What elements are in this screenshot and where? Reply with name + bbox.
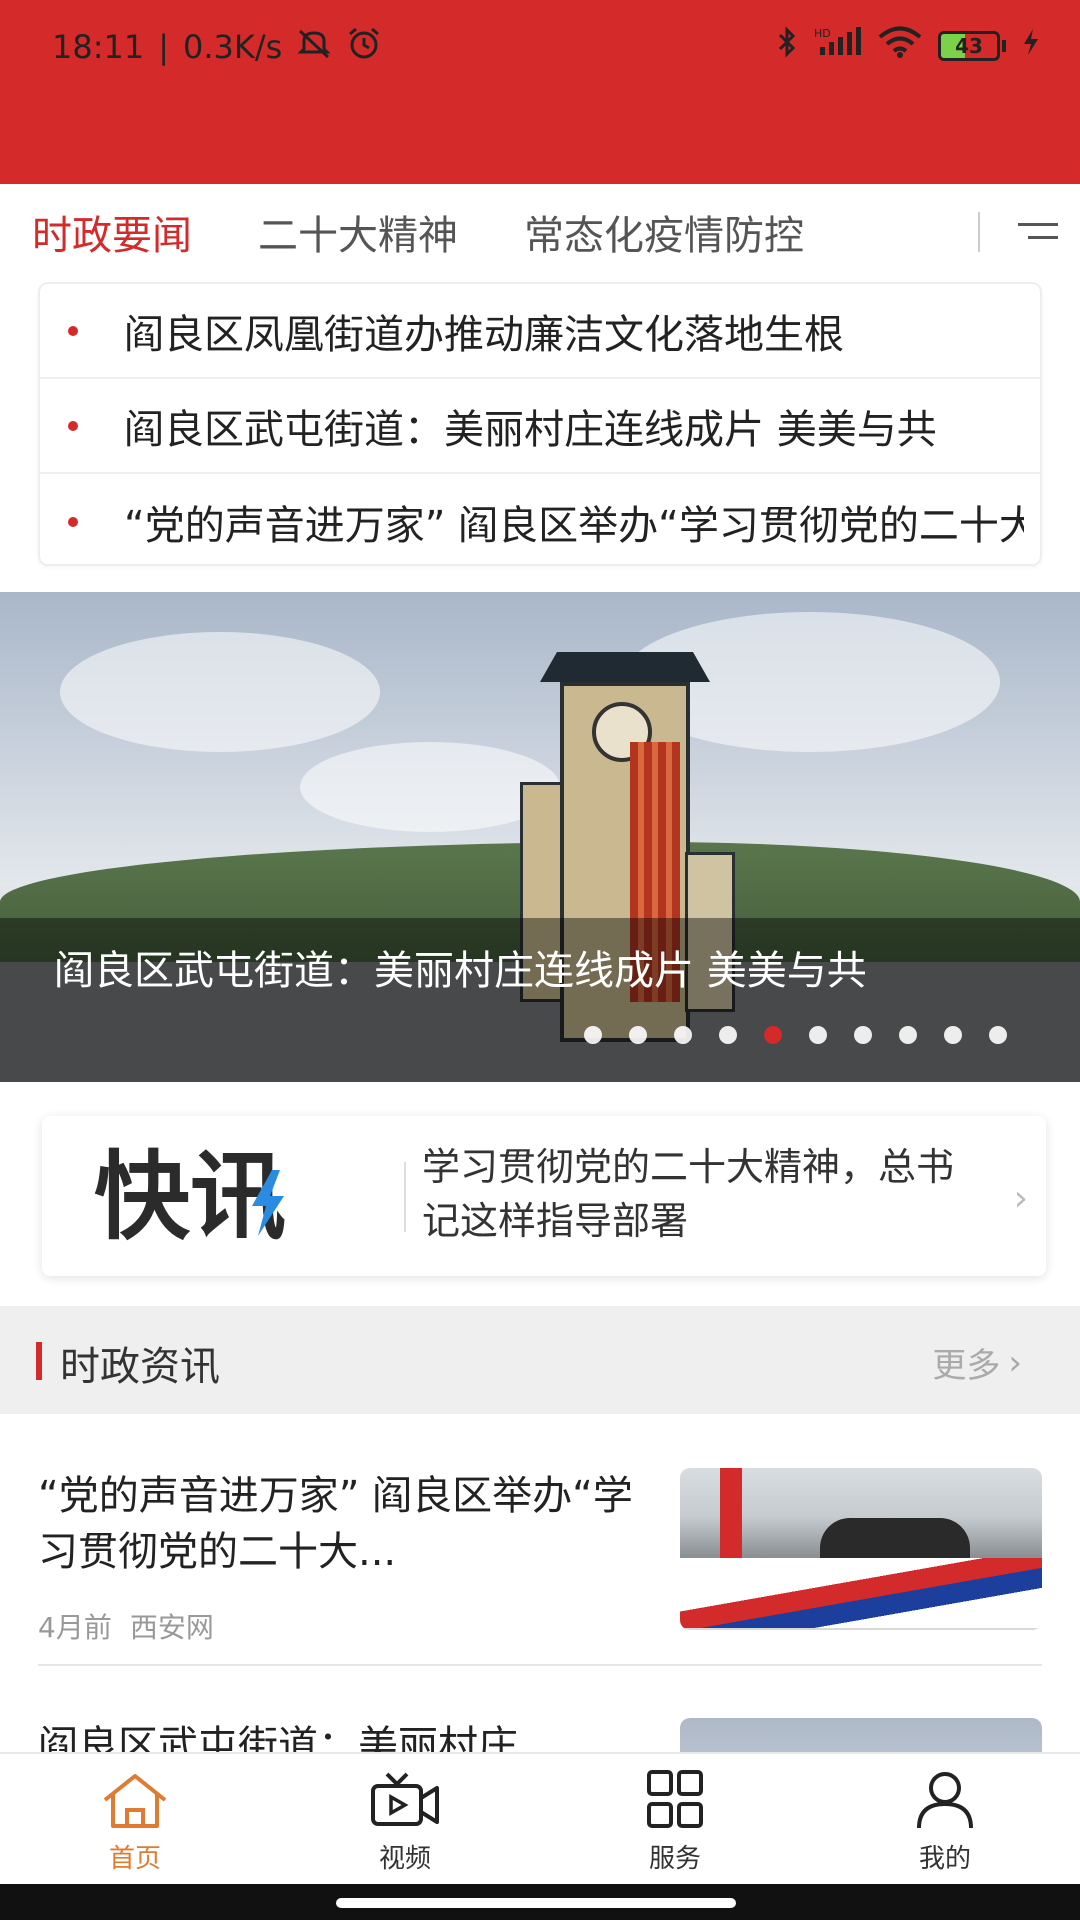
svg-text:快讯: 快讯	[94, 1144, 286, 1244]
channel-tabs: 时政要闻 二十大精神 常态化疫情防控	[0, 184, 1080, 280]
network-speed: 0.3K/s	[183, 28, 283, 66]
headline-text[interactable]: “党的声音进万家” 阎良区举办“学习贯彻党的二十大精神	[124, 493, 1024, 551]
tab-0[interactable]: 时政要闻	[32, 203, 192, 261]
carousel-dot[interactable]	[719, 1026, 737, 1044]
headline-list: 阎良区凤凰街道办推动廉洁文化落地生根 阎良区武屯街道：美丽村庄连线成片 美美与共 “…	[38, 282, 1042, 566]
chevron-right-icon[interactable]: ›	[1014, 1178, 1028, 1219]
home-indicator[interactable]	[336, 1898, 736, 1908]
video-icon	[371, 1772, 439, 1826]
carousel-dots	[584, 1026, 1007, 1044]
headline-item[interactable]: “党的声音进万家” 阎良区举办“学习贯彻党的二十大精神	[40, 474, 1040, 569]
carousel-dot[interactable]	[629, 1026, 647, 1044]
headline-item[interactable]: 阎良区武屯街道：美丽村庄连线成片 美美与共	[40, 379, 1040, 474]
wifi-icon	[878, 26, 922, 66]
bluetooth-icon	[776, 26, 798, 66]
nav-services[interactable]: 服务	[540, 1754, 810, 1884]
news-time: 4月前	[38, 1611, 112, 1644]
carousel-dot[interactable]	[809, 1026, 827, 1044]
tab-1[interactable]: 二十大精神	[258, 203, 458, 261]
status-bar: 18:11 | 0.3K/s HD 43	[0, 0, 1080, 92]
bullet-dot	[68, 325, 78, 336]
bullet-dot	[68, 420, 78, 431]
carousel-dot[interactable]	[944, 1026, 962, 1044]
alarm-icon	[346, 26, 382, 68]
headline-item[interactable]: 阎良区凤凰街道办推动廉洁文化落地生根	[40, 284, 1040, 379]
news-item[interactable]: “党的声音进万家” 阎良区举办“学习贯彻党的二十大... 4月前 西安网	[38, 1468, 1042, 1644]
app-header: 18:11 | 0.3K/s HD 43	[0, 0, 1080, 184]
flash-news-text[interactable]: 学习贯彻党的二十大精神，总书记这样指导部署	[422, 1140, 982, 1248]
nav-profile[interactable]: 我的	[810, 1754, 1080, 1884]
section-title: 时政资讯	[60, 1344, 220, 1390]
nav-home[interactable]: 首页	[0, 1754, 270, 1884]
carousel-dot[interactable]	[584, 1026, 602, 1044]
mute-icon	[296, 27, 332, 67]
carousel-dot[interactable]	[854, 1026, 872, 1044]
grid-icon	[647, 1770, 703, 1828]
charging-icon	[1022, 28, 1040, 64]
battery-icon: 43	[938, 31, 1000, 61]
carousel-dot[interactable]	[674, 1026, 692, 1044]
banner-caption[interactable]: 阎良区武屯街道：美丽村庄连线成片 美美与共	[54, 944, 1014, 998]
carousel-dot[interactable]	[764, 1026, 782, 1044]
person-icon	[917, 1772, 973, 1829]
system-nav-bar	[0, 1884, 1080, 1920]
status-time: 18:11	[52, 28, 145, 66]
svg-text:HD: HD	[814, 27, 831, 40]
bullet-dot	[68, 516, 78, 527]
banner-carousel[interactable]: 阎良区武屯街道：美丽村庄连线成片 美美与共	[0, 592, 1080, 1082]
channel-menu-icon[interactable]	[998, 206, 1058, 256]
flash-news-logo: 快讯	[94, 1141, 384, 1253]
news-thumbnail[interactable]	[680, 1468, 1042, 1630]
more-link[interactable]: 更多 ›	[932, 1338, 1022, 1387]
section-header: 时政资讯 更多 ›	[0, 1306, 1080, 1414]
home-icon	[103, 1774, 167, 1828]
tab-2[interactable]: 常态化疫情防控	[524, 203, 804, 261]
headline-text[interactable]: 阎良区凤凰街道办推动廉洁文化落地生根	[124, 302, 1024, 360]
chevron-right-icon: ›	[1008, 1342, 1022, 1383]
flash-news-card[interactable]: 快讯 学习贯彻党的二十大精神，总书记这样指导部署 ›	[42, 1116, 1046, 1276]
signal-icon: HD	[814, 27, 862, 65]
carousel-dot[interactable]	[989, 1026, 1007, 1044]
nav-video[interactable]: 视频	[270, 1754, 540, 1884]
news-source: 西安网	[129, 1611, 214, 1644]
headline-text[interactable]: 阎良区武屯街道：美丽村庄连线成片 美美与共	[124, 397, 1024, 455]
news-title[interactable]: “党的声音进万家” 阎良区举办“学习贯彻党的二十大...	[38, 1468, 638, 1580]
carousel-dot[interactable]	[899, 1026, 917, 1044]
bottom-nav: 首页 视频 服务 我的	[0, 1752, 1080, 1884]
